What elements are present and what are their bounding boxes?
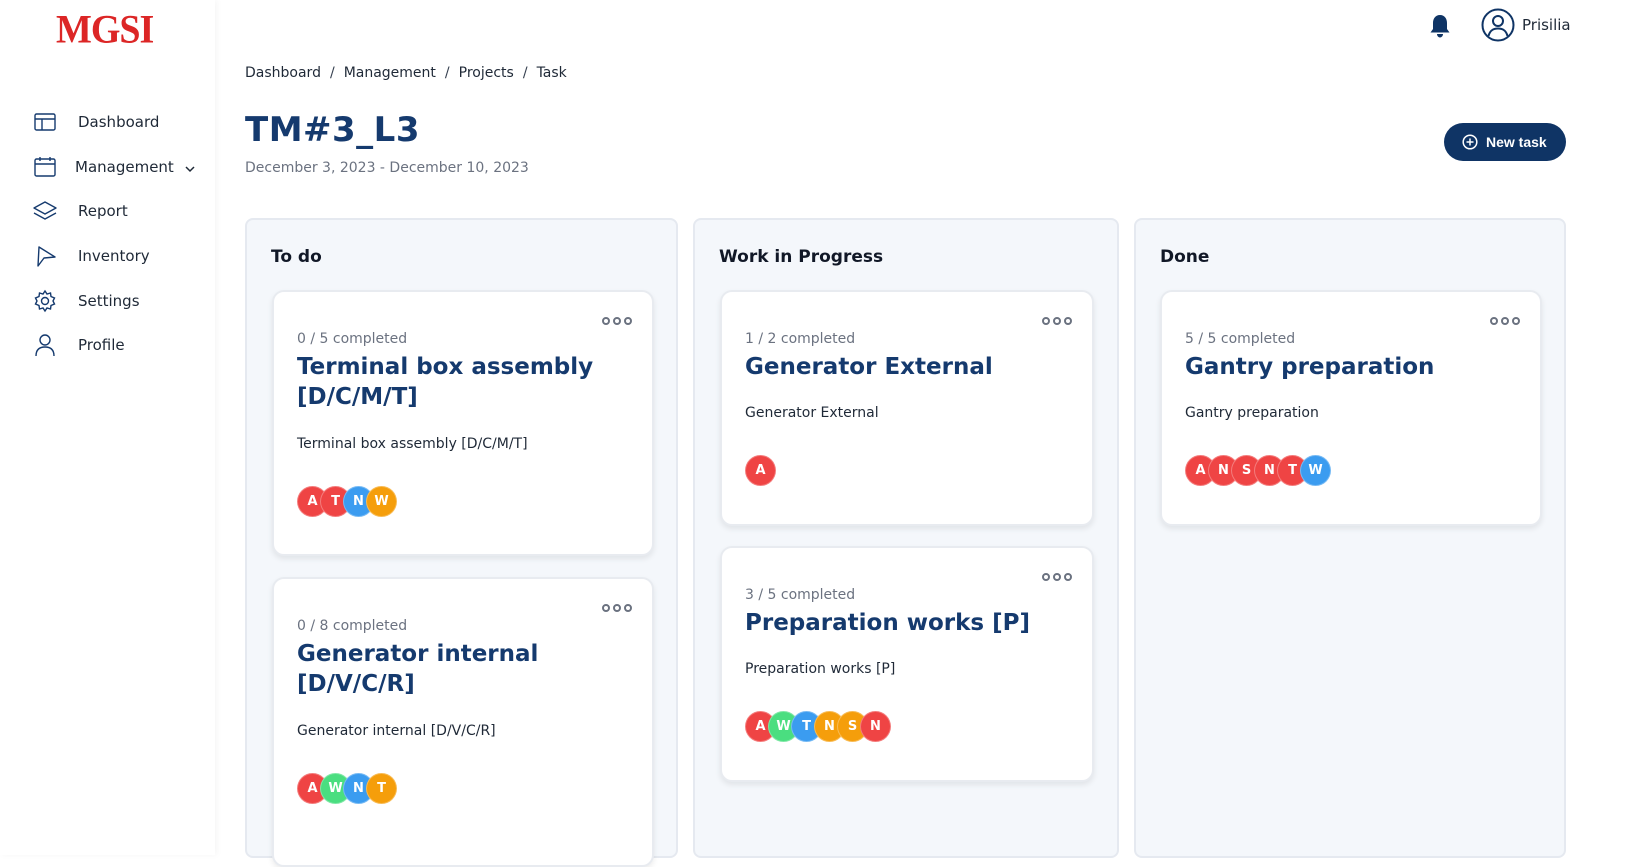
breadcrumb-separator: /: [444, 65, 450, 81]
breadcrumb-dashboard[interactable]: Dashboard: [245, 65, 321, 81]
column-work-in-progress: Work in Progress 1 / 2 completed Generat…: [693, 218, 1119, 858]
table-icon: [32, 109, 58, 135]
sidebar-item-report[interactable]: Report: [0, 191, 215, 231]
user-icon: [32, 332, 58, 358]
sidebar-item-label: Management: [75, 158, 174, 176]
task-progress: 5 / 5 completed: [1185, 331, 1296, 347]
sidebar-item-inventory[interactable]: Inventory: [0, 236, 215, 276]
breadcrumb: Dashboard / Management / Projects / Task: [245, 65, 567, 81]
page-title: TM#3_L3: [245, 110, 420, 150]
column-to-do: To do 0 / 5 completed Terminal box assem…: [245, 218, 678, 867]
assignee-avatars: A: [745, 455, 776, 486]
assignee-avatars: A N S N T W: [1185, 455, 1331, 486]
task-title[interactable]: Gantry preparation: [1185, 352, 1525, 382]
chevron-down-icon[interactable]: [184, 158, 196, 177]
task-description: Gantry preparation: [1185, 405, 1319, 421]
breadcrumb-projects[interactable]: Projects: [459, 65, 514, 81]
task-card[interactable]: 0 / 8 completed Generator internal [D/V/…: [272, 577, 654, 867]
calendar-icon: [32, 154, 58, 180]
assignee-avatars: A T N W: [297, 486, 397, 517]
more-options-icon[interactable]: [602, 604, 632, 612]
sidebar-item-management[interactable]: Management: [0, 147, 215, 187]
sidebar-item-settings[interactable]: Settings: [0, 281, 215, 321]
column-title: Work in Progress: [719, 247, 884, 267]
task-title[interactable]: Terminal box assembly [D/C/M/T]: [297, 352, 637, 412]
assignee-avatars: A W T N S N: [745, 711, 891, 742]
task-description: Terminal box assembly [D/C/M/T]: [297, 436, 528, 452]
sidebar-item-label: Dashboard: [78, 113, 160, 131]
sidebar-item-dashboard[interactable]: Dashboard: [0, 102, 215, 142]
task-progress: 0 / 8 completed: [297, 618, 408, 634]
breadcrumb-management[interactable]: Management: [344, 65, 436, 81]
bell-icon[interactable]: [1426, 12, 1454, 40]
task-progress: 3 / 5 completed: [745, 587, 856, 603]
task-description: Generator External: [745, 405, 879, 421]
layers-icon: [32, 198, 58, 224]
task-description: Preparation works [P]: [745, 661, 896, 677]
assignee-avatar[interactable]: T: [366, 773, 397, 804]
plus-circle-icon: [1462, 134, 1478, 150]
new-task-label: New task: [1486, 134, 1547, 150]
task-card[interactable]: 3 / 5 completed Preparation works [P] Pr…: [720, 546, 1094, 782]
new-task-button[interactable]: New task: [1444, 123, 1566, 161]
column-title: To do: [271, 247, 322, 267]
task-title[interactable]: Generator External: [745, 352, 1085, 382]
task-progress: 1 / 2 completed: [745, 331, 856, 347]
task-title[interactable]: Preparation works [P]: [745, 608, 1085, 638]
task-card[interactable]: 0 / 5 completed Terminal box assembly [D…: [272, 290, 654, 556]
sidebar: MGSI Dashboard Management Report Invento…: [0, 0, 215, 855]
task-description: Generator internal [D/V/C/R]: [297, 723, 496, 739]
breadcrumb-separator: /: [522, 65, 528, 81]
task-title[interactable]: Generator internal [D/V/C/R]: [297, 639, 637, 699]
assignee-avatar[interactable]: N: [860, 711, 891, 742]
column-done: Done 5 / 5 completed Gantry preparation …: [1134, 218, 1566, 858]
assignee-avatars: A W N T: [297, 773, 397, 804]
task-progress: 0 / 5 completed: [297, 331, 408, 347]
sidebar-item-label: Report: [78, 202, 128, 220]
breadcrumb-separator: /: [329, 65, 335, 81]
task-card[interactable]: 5 / 5 completed Gantry preparation Gantr…: [1160, 290, 1542, 526]
sidebar-item-label: Inventory: [78, 247, 150, 265]
username[interactable]: Prisilia: [1522, 16, 1571, 34]
sidebar-item-label: Profile: [78, 336, 125, 354]
breadcrumb-task: Task: [536, 65, 567, 81]
user-circle-icon[interactable]: [1481, 8, 1515, 42]
more-options-icon[interactable]: [602, 317, 632, 325]
sidebar-item-label: Settings: [78, 292, 140, 310]
send-icon: [32, 243, 58, 269]
assignee-avatar[interactable]: W: [1300, 455, 1331, 486]
sidebar-item-profile[interactable]: Profile: [0, 325, 215, 365]
assignee-avatar[interactable]: A: [745, 455, 776, 486]
more-options-icon[interactable]: [1042, 573, 1072, 581]
date-range: December 3, 2023 - December 10, 2023: [245, 160, 529, 176]
assignee-avatar[interactable]: W: [366, 486, 397, 517]
more-options-icon[interactable]: [1490, 317, 1520, 325]
column-title: Done: [1160, 247, 1210, 267]
logo[interactable]: MGSI: [56, 7, 154, 53]
gear-icon: [32, 288, 58, 314]
task-card[interactable]: 1 / 2 completed Generator External Gener…: [720, 290, 1094, 526]
more-options-icon[interactable]: [1042, 317, 1072, 325]
